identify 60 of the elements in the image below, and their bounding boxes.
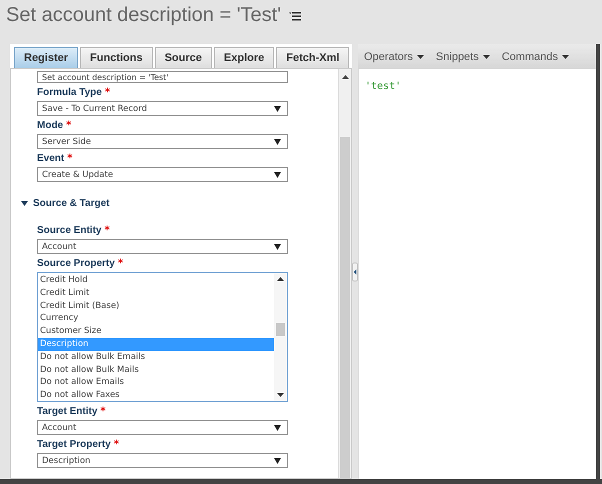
list-option[interactable]: Currency [38,312,274,326]
required-asterisk: * [66,120,72,131]
required-asterisk: * [67,153,72,164]
field-label: Mode [37,120,64,131]
list-option[interactable]: Do not allow Bulk Emails [38,350,274,364]
toolbar-menu[interactable]: Commands [498,50,573,62]
menu-icon[interactable] [289,12,302,21]
dropdown[interactable]: Server Side [37,134,288,149]
required-asterisk: * [100,406,106,417]
required-asterisk: * [114,439,119,450]
scroll-down-icon[interactable] [277,393,284,397]
list-option[interactable]: Credit Limit [38,286,274,300]
dropdown-arrow-icon [274,172,281,178]
list-scrollbar[interactable] [274,273,287,401]
field-label: Target Property [37,439,111,450]
panel-scrollbar[interactable] [338,69,351,478]
list-option[interactable]: Do not allow Faxes [38,389,274,402]
list-option[interactable]: Do not allow Emails [38,376,274,390]
tab[interactable]: Register [14,47,78,68]
dropdown-arrow-icon [274,424,281,430]
scroll-up-icon[interactable] [342,75,348,79]
page-title: Set account description = 'Test' [6,4,282,26]
required-asterisk: * [118,258,124,269]
list-option[interactable]: Credit Limit (Base) [38,300,274,312]
code-text: 'test' [365,81,402,92]
dropdown[interactable]: Description [37,453,288,468]
section-title[interactable]: Source & Target [33,198,110,209]
tab[interactable]: Functions [80,47,153,68]
field-label: Source Property [37,258,115,269]
dropdown-arrow-icon [274,458,281,464]
collapse-handle-icon[interactable] [352,260,358,282]
list-option[interactable]: Customer Size [38,325,274,338]
dropdown-arrow-icon [274,244,281,250]
scroll-thumb[interactable] [276,323,285,336]
toolbar-menu[interactable]: Snippets [432,50,494,62]
caret-icon [562,54,569,58]
tab[interactable]: Source [154,47,212,68]
dropdown[interactable]: Account [37,239,288,254]
caret-icon [416,54,424,58]
toolbar-menu[interactable]: Operators [360,50,428,62]
tab[interactable]: Explore [214,47,274,68]
field-label: Source Entity [37,225,102,236]
collapse-triangle-icon[interactable] [21,201,28,206]
dropdown[interactable]: Account [37,420,288,435]
required-asterisk: * [104,225,110,236]
dropdown-arrow-icon [274,106,281,112]
scroll-up-icon[interactable] [277,277,284,281]
list-option[interactable]: Credit Hold [38,274,274,287]
tab[interactable]: Fetch-Xml [276,47,350,68]
list-option[interactable]: Do not allow Bulk Mails [38,364,274,376]
field-label: Target Entity [37,406,98,417]
caret-icon [482,54,490,58]
dropdown[interactable]: Save - To Current Record [37,101,288,116]
field-label: Formula Type [37,87,102,98]
required-asterisk: * [104,87,110,98]
name-field[interactable]: Set account description = 'Test' [37,71,288,83]
field-label: Event [37,153,64,164]
dropdown[interactable]: Create & Update [37,167,288,182]
dropdown-arrow-icon [274,138,281,144]
list-box[interactable]: Credit Hold Credit Limit Credit Limit (Base) Currency Customer Size Description Do not allow Bulk Emails Do not allow Bulk Mails Do not allow Emails Do not allow Faxes [37,272,288,402]
